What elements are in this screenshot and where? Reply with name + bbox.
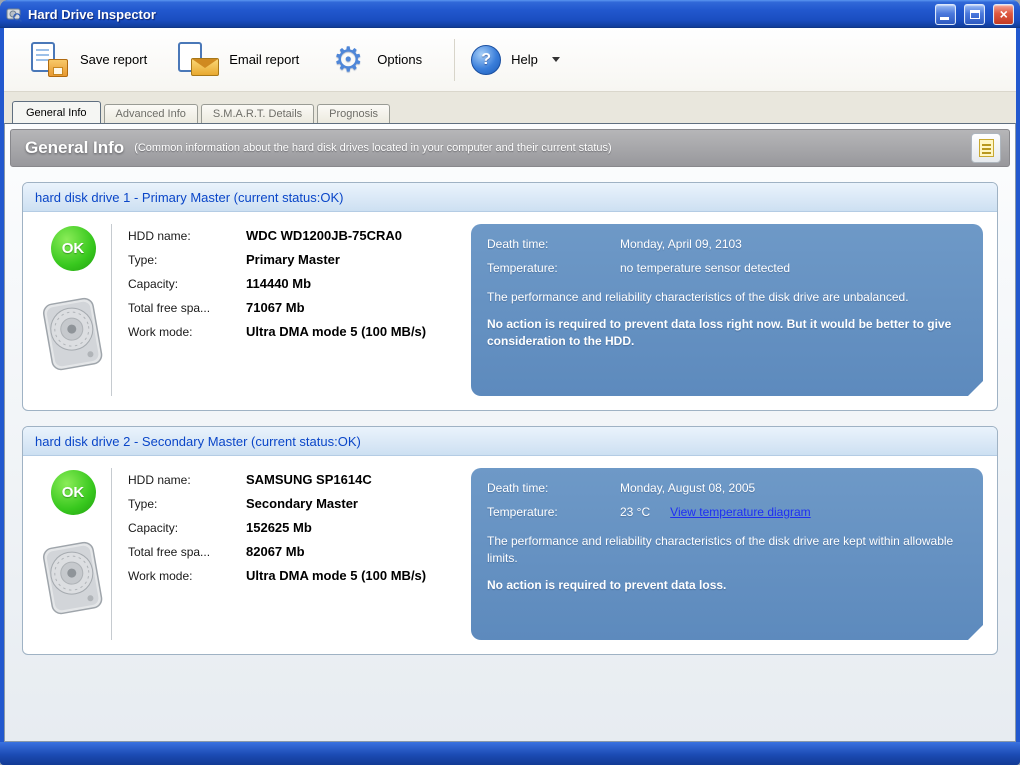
death-time-row: Death time: Monday, August 08, 2005 (487, 481, 756, 495)
page-general-info: General Info (Common information about t… (4, 123, 1016, 742)
field-work-mode: Work mode: Ultra DMA mode 5 (100 MB/s) (128, 324, 427, 339)
toolbar-separator (454, 38, 456, 81)
help-button[interactable]: ? Help (471, 44, 560, 75)
minimize-button[interactable] (935, 3, 956, 25)
drive-2-status-column: OK (35, 468, 111, 640)
field-hdd-name: HDD name: SAMSUNG SP1614C (128, 472, 372, 487)
app-body: Save report Email report ⚙ Options ? Hel… (4, 28, 1016, 742)
temperature-row: Temperature: no temperature sensor detec… (487, 261, 791, 275)
drive-panel-1: hard disk drive 1 - Primary Master (curr… (22, 182, 998, 411)
close-icon: × (999, 5, 1008, 22)
app-icon (6, 8, 22, 22)
temperature-value: no temperature sensor detected (620, 261, 791, 275)
field-free-space: Total free spa... 71067 Mb (128, 300, 305, 315)
restore-button[interactable] (964, 3, 985, 25)
email-report-icon (177, 41, 220, 78)
page-subtitle: (Common information about the hard disk … (134, 142, 612, 154)
drive-2-body: OK HDD name: SAMSUNG SP1614C Type: Secon… (23, 456, 997, 654)
temperature-diagram-link[interactable]: View temperature diagram (670, 505, 811, 519)
options-label: Options (377, 52, 423, 67)
window-frame-bottom (0, 742, 1020, 765)
hard-drive-icon (41, 539, 105, 626)
tab-advanced-info[interactable]: Advanced Info (103, 104, 198, 123)
hard-drive-icon (41, 295, 105, 382)
prognosis-panel-1: Death time: Monday, April 09, 2103 Tempe… (471, 224, 983, 396)
drive-panel-2: hard disk drive 2 - Secondary Master (cu… (22, 426, 998, 655)
titlebar: Hard Drive Inspector × (0, 0, 1020, 28)
drive-assessment: The performance and reliability characte… (487, 290, 909, 304)
restore-icon (970, 9, 980, 19)
gear-icon: ⚙ (333, 40, 364, 79)
note-icon (978, 139, 994, 157)
drive-1-status-column: OK (35, 224, 111, 396)
tab-bar: General Info Advanced Info S.M.A.R.T. De… (4, 92, 1016, 123)
report-note-button[interactable] (971, 133, 1001, 163)
field-type: Type: Secondary Master (128, 496, 358, 511)
window-title: Hard Drive Inspector (28, 6, 156, 22)
temperature-row: Temperature: 23 °C View temperature diagr… (487, 505, 811, 519)
tab-general-info[interactable]: General Info (12, 101, 101, 123)
field-hdd-name: HDD name: WDC WD1200JB-75CRA0 (128, 228, 403, 243)
drive-1-title: hard disk drive 1 - Primary Master (curr… (23, 183, 997, 212)
drive-advice: No action is required to prevent data lo… (487, 577, 727, 592)
toolbar: Save report Email report ⚙ Options ? Hel… (4, 28, 1016, 92)
help-dropdown-arrow (551, 57, 560, 62)
app-window: Hard Drive Inspector × Save report Email… (0, 0, 1020, 765)
page-curl-decoration (968, 381, 983, 396)
tab-smart-details[interactable]: S.M.A.R.T. Details (200, 104, 315, 123)
minimize-icon (940, 16, 949, 20)
prognosis-panel-2: Death time: Monday, August 08, 2005 Temp… (471, 468, 983, 640)
drive-1-fields: HDD name: WDC WD1200JB-75CRA0 Type: Primar… (111, 224, 463, 396)
close-button[interactable]: × (993, 3, 1014, 25)
status-badge: OK (50, 470, 96, 515)
drive-1-body: OK HDD name: WDC WD1200JB-75CRA0 Type: P… (23, 212, 997, 410)
field-free-space: Total free spa... 82067 Mb (128, 544, 305, 559)
drive-2-fields: HDD name: SAMSUNG SP1614C Type: Secondary … (111, 468, 463, 640)
death-time-value: Monday, April 09, 2103 (620, 237, 742, 251)
drive-advice: No action is required to prevent data lo… (487, 316, 952, 348)
help-label: Help (511, 52, 538, 67)
help-icon: ? (471, 44, 502, 75)
drive-assessment: The performance and reliability characte… (487, 534, 954, 565)
save-report-button[interactable]: Save report (30, 41, 148, 78)
field-capacity: Capacity: 152625 Mb (128, 520, 312, 535)
death-time-value: Monday, August 08, 2005 (620, 481, 756, 495)
drive-2-title: hard disk drive 2 - Secondary Master (cu… (23, 427, 997, 456)
status-badge: OK (50, 226, 96, 271)
field-capacity: Capacity: 114440 Mb (128, 276, 312, 291)
save-report-label: Save report (80, 52, 148, 67)
tab-prognosis[interactable]: Prognosis (317, 104, 391, 123)
save-report-icon (30, 41, 70, 78)
temperature-value: 23 °C View temperature diagram (620, 505, 811, 519)
options-button[interactable]: ⚙ Options (329, 41, 422, 79)
page-curl-decoration (968, 625, 983, 640)
page-title: General Info (25, 138, 125, 157)
page-header: General Info (Common information about t… (10, 129, 1010, 167)
email-report-button[interactable]: Email report (177, 41, 300, 78)
email-report-label: Email report (229, 52, 300, 67)
field-work-mode: Work mode: Ultra DMA mode 5 (100 MB/s) (128, 568, 427, 583)
death-time-row: Death time: Monday, April 09, 2103 (487, 237, 742, 251)
field-type: Type: Primary Master (128, 252, 340, 267)
